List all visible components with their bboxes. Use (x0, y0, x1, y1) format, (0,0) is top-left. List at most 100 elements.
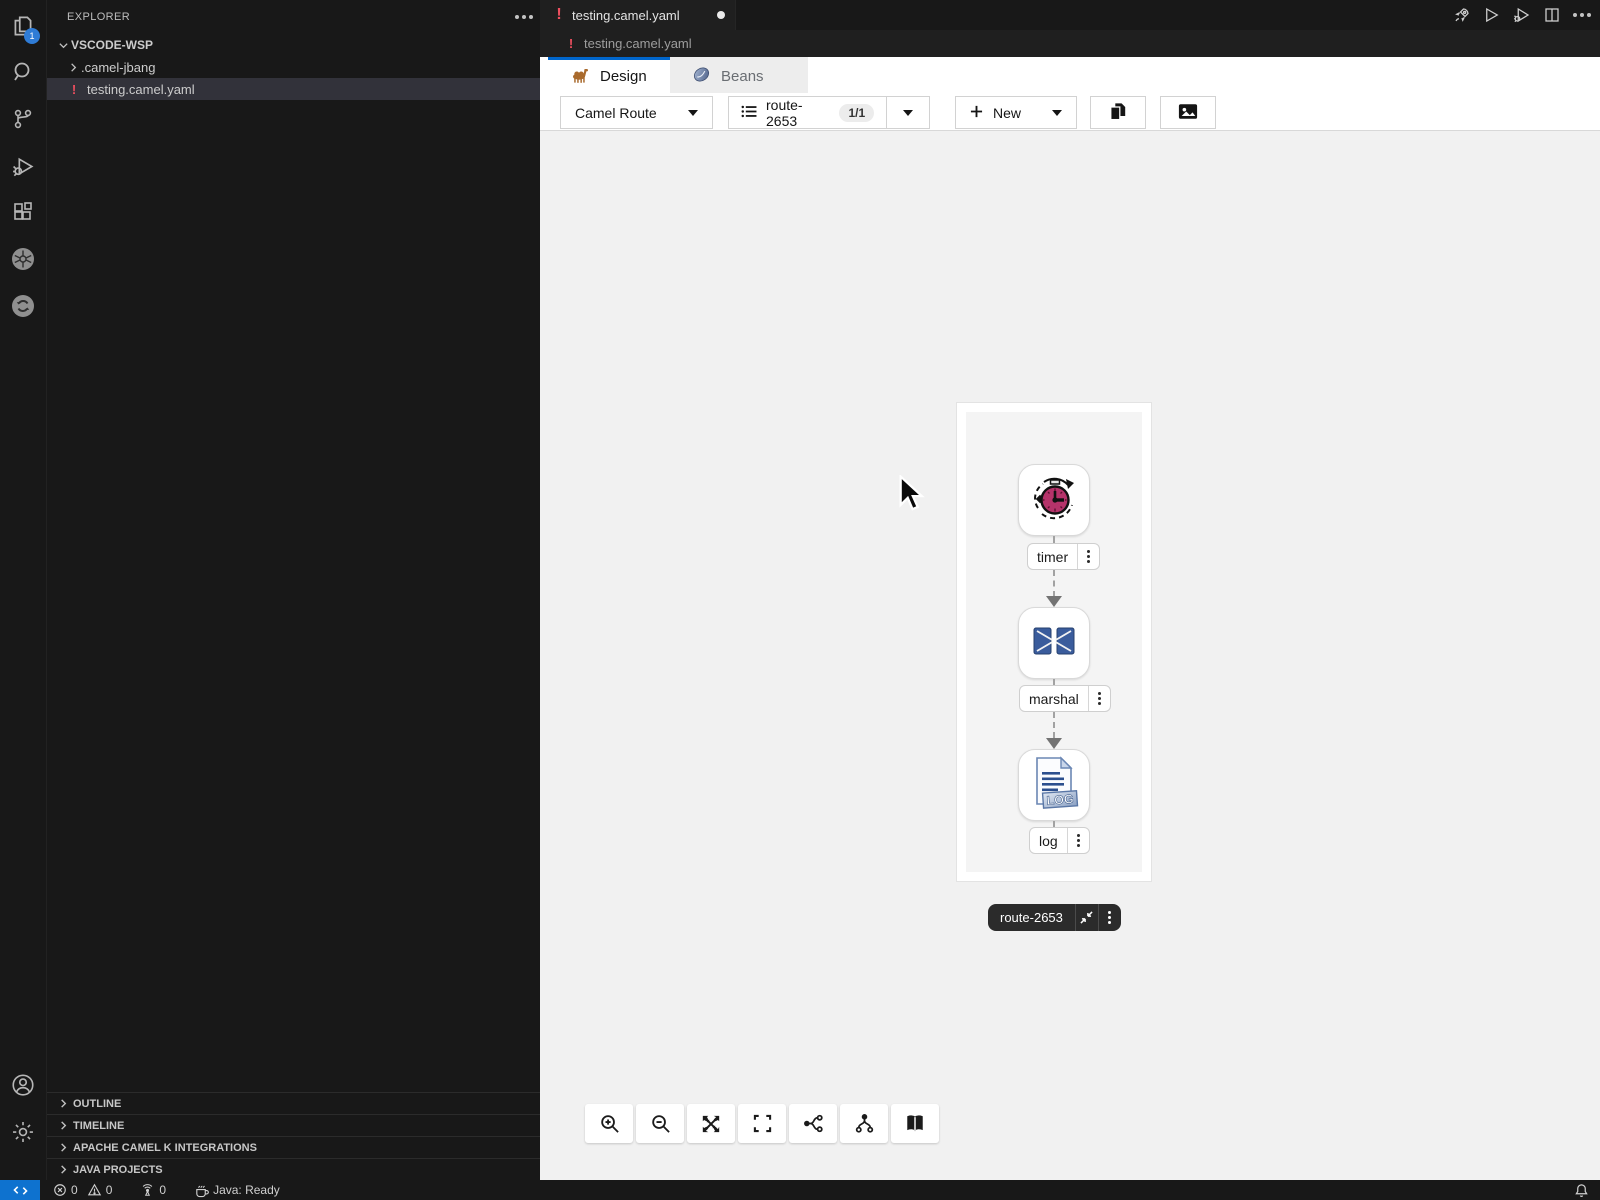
section-label: TIMELINE (73, 1120, 124, 1132)
error-icon (53, 1183, 67, 1197)
node-label-marshal[interactable]: marshal (1019, 685, 1111, 712)
problems-status[interactable]: 0 0 (46, 1180, 119, 1200)
tree-item-camel-jbang[interactable]: .camel-jbang (47, 56, 540, 78)
account-icon[interactable] (0, 1063, 46, 1107)
tree-item-testing-camel-yaml[interactable]: ! testing.camel.yaml (47, 78, 540, 100)
java-status-label: Java: Ready (213, 1183, 280, 1197)
chevron-down-icon[interactable] (903, 110, 913, 116)
section-camel-k-integrations[interactable]: APACHE CAMEL K INTEGRATIONS (47, 1136, 540, 1158)
kebab-menu-icon[interactable] (1067, 828, 1089, 853)
warning-mark: ! (552, 6, 566, 24)
tab-testing-camel-yaml[interactable]: ! testing.camel.yaml (540, 0, 736, 30)
collapse-route-icon[interactable] (1075, 904, 1098, 931)
zoom-in-button[interactable] (585, 1104, 633, 1143)
horizontal-layout-button[interactable] (789, 1104, 837, 1143)
log-icon: LOG (1029, 756, 1079, 815)
ports-icon (140, 1183, 155, 1197)
warning-mark: ! (67, 82, 81, 97)
modified-dot[interactable] (717, 11, 725, 19)
sidebar-bottom-sections: OUTLINE TIMELINE APACHE CAMEL K INTEGRAT… (47, 1092, 540, 1180)
camel-icon (570, 67, 590, 87)
image-icon (1178, 103, 1198, 123)
sidebar-more-actions-icon[interactable] (522, 15, 526, 19)
ports-status[interactable]: 0 (133, 1180, 173, 1200)
kubernetes-icon[interactable] (0, 237, 46, 281)
catalog-book-button[interactable] (891, 1104, 939, 1143)
chevron-right-icon (65, 59, 81, 75)
tab-beans[interactable]: Beans (670, 57, 808, 93)
route-selector-label: route-2653 (757, 97, 839, 129)
fit-view-button[interactable] (738, 1104, 786, 1143)
sync-extension-icon[interactable] (0, 284, 46, 328)
breadcrumb[interactable]: ! testing.camel.yaml (540, 30, 1600, 57)
remote-indicator[interactable] (0, 1180, 40, 1200)
workspace-root[interactable]: VSCODE-WSP (47, 34, 540, 56)
node-label-log[interactable]: log (1029, 827, 1090, 854)
chevron-right-icon (55, 1162, 71, 1178)
export-image-button[interactable] (1160, 96, 1216, 129)
section-label: OUTLINE (73, 1098, 121, 1110)
sidebar-title: EXPLORER (67, 11, 130, 23)
tab-design[interactable]: Design (548, 57, 670, 93)
node-label-text: marshal (1020, 691, 1088, 707)
vertical-layout-button[interactable] (840, 1104, 888, 1143)
section-outline[interactable]: OUTLINE (47, 1092, 540, 1114)
search-icon[interactable] (0, 50, 46, 94)
tab-label: Design (600, 68, 647, 85)
chevron-right-icon (55, 1140, 71, 1156)
svg-text:LOG: LOG (1046, 791, 1074, 807)
status-bar: 0 0 0 Java: Ready (0, 1180, 1600, 1200)
expand-arrows-button[interactable] (687, 1104, 735, 1143)
section-label: APACHE CAMEL K INTEGRATIONS (73, 1142, 257, 1154)
camel-run-icon[interactable] (1452, 5, 1472, 25)
route-list-icon (729, 104, 757, 122)
route-group-label[interactable]: route-2653 (988, 904, 1121, 931)
error-count: 0 (71, 1183, 78, 1197)
run-file-icon[interactable] (1482, 5, 1502, 25)
node-label-text: timer (1028, 549, 1077, 565)
settings-gear-icon[interactable] (0, 1110, 46, 1154)
activity-bar: 1 (0, 0, 46, 1180)
source-control-icon[interactable] (0, 97, 46, 141)
split-editor-icon[interactable] (1542, 5, 1562, 25)
edge-arrow (1046, 738, 1062, 749)
node-timer[interactable] (1018, 464, 1090, 536)
tree-item-label: testing.camel.yaml (87, 82, 195, 97)
workspace-label: VSCODE-WSP (71, 38, 153, 52)
node-label-text: log (1030, 833, 1067, 849)
warning-count: 0 (106, 1183, 113, 1197)
more-actions-icon[interactable] (1572, 5, 1592, 25)
explorer-icon[interactable]: 1 (0, 4, 46, 48)
route-selector[interactable]: route-2653 1/1 (728, 96, 930, 129)
run-debug-icon[interactable] (0, 144, 46, 188)
java-coffee-icon (194, 1183, 209, 1198)
kaoto-canvas[interactable]: timer (540, 131, 1600, 1180)
zoom-out-button[interactable] (636, 1104, 684, 1143)
node-log[interactable]: LOG (1018, 749, 1090, 821)
dsl-selector-dropdown[interactable]: Camel Route (560, 96, 713, 129)
edge-connector (1053, 536, 1055, 543)
route-count-badge: 1/1 (839, 104, 874, 122)
chevron-down-icon (688, 110, 698, 116)
kebab-menu-icon[interactable] (1088, 686, 1110, 711)
ports-count: 0 (159, 1183, 166, 1197)
plus-icon (970, 105, 983, 121)
debug-run-icon[interactable] (1512, 5, 1532, 25)
edge-connector (1053, 712, 1055, 738)
section-java-projects[interactable]: JAVA PROJECTS (47, 1158, 540, 1180)
node-marshal[interactable] (1018, 607, 1090, 679)
notifications-bell[interactable] (1567, 1180, 1596, 1200)
copy-icon (1109, 102, 1127, 124)
node-label-timer[interactable]: timer (1027, 543, 1100, 570)
kebab-menu-icon[interactable] (1077, 544, 1099, 569)
edge-connector (1053, 570, 1055, 597)
tab-label: Beans (721, 68, 764, 85)
extensions-icon[interactable] (0, 191, 46, 235)
editor-area: ! testing.camel.yaml (540, 0, 1600, 1180)
kebab-menu-icon[interactable] (1098, 904, 1121, 931)
java-status[interactable]: Java: Ready (187, 1180, 287, 1200)
new-route-button[interactable]: New (955, 96, 1077, 129)
copy-flow-button[interactable] (1090, 96, 1146, 129)
section-timeline[interactable]: TIMELINE (47, 1114, 540, 1136)
chevron-right-icon (55, 1118, 71, 1134)
